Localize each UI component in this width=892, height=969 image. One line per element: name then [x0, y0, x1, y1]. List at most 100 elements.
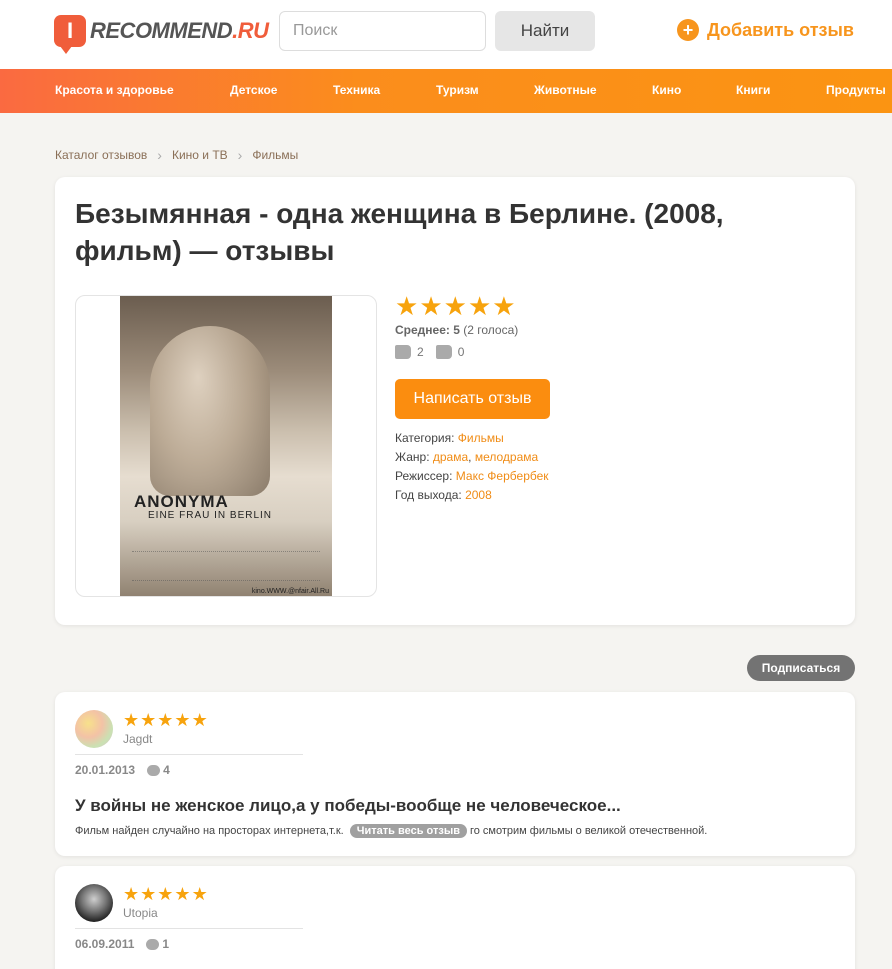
- review-stars: ★ ★ ★ ★ ★: [123, 885, 209, 903]
- prop-genre: Жанр: драма, мелодрама: [395, 448, 549, 467]
- search-button[interactable]: Найти: [495, 11, 595, 51]
- chevron-right-icon: ›: [237, 147, 243, 163]
- prop-director: Режиссер: Макс Фербербек: [395, 467, 549, 486]
- comment-count[interactable]: 4: [163, 763, 170, 777]
- vote-line: 2 0: [395, 345, 518, 359]
- review-meta: 20.01.2013 4: [75, 763, 170, 777]
- read-more-button[interactable]: Читать весь отзыв: [349, 824, 467, 838]
- star-icon: ★: [395, 291, 419, 321]
- review-divider: [75, 754, 303, 755]
- star-icon: ★: [419, 291, 443, 321]
- star-icon: ★: [157, 884, 174, 904]
- star-icon: ★: [467, 291, 492, 321]
- nav-item-tech[interactable]: Техника: [333, 83, 380, 97]
- category-nav: Красота и здоровье Детское Техника Туриз…: [0, 69, 892, 113]
- genre-link-melodrama[interactable]: мелодрама: [475, 450, 538, 464]
- star-icon: ★: [174, 710, 191, 730]
- year-link[interactable]: 2008: [465, 488, 492, 502]
- write-review-button[interactable]: Написать отзыв: [395, 379, 550, 419]
- product-properties: Категория: Фильмы Жанр: драма, мелодрама…: [395, 429, 549, 505]
- review-excerpt-end: го смотрим фильмы о великой отечественно…: [469, 825, 708, 837]
- prop-genre-label: Жанр:: [395, 450, 430, 464]
- chevron-right-icon: ›: [157, 147, 162, 163]
- thumbs-down-icon[interactable]: [435, 345, 452, 359]
- review-date[interactable]: 20.01.2013: [75, 763, 135, 777]
- director-link[interactable]: Макс Фербербек: [456, 469, 549, 483]
- poster-subtitle: EINE FRAU IN BERLIN: [148, 510, 273, 521]
- nav-item-beauty[interactable]: Красота и здоровье: [55, 83, 174, 97]
- nav-item-animals[interactable]: Животные: [534, 83, 597, 97]
- review-divider: [75, 928, 303, 929]
- poster-title: ANONYMA: [134, 492, 229, 511]
- site-logo[interactable]: I RECOMMEND.RU: [54, 14, 269, 54]
- star-icon: ★: [191, 710, 208, 730]
- dislikes-count: 0: [457, 345, 465, 359]
- genre-separator: ,: [468, 450, 472, 464]
- page-title: Безымянная - одна женщина в Берлине. (20…: [75, 198, 724, 266]
- search-input[interactable]: [279, 11, 486, 51]
- plus-circle-icon: +: [677, 19, 699, 41]
- star-icon: ★: [157, 710, 174, 730]
- review-username[interactable]: Jagdt: [123, 732, 152, 746]
- average-rating: Среднее: 5 (2 голоса): [395, 323, 518, 337]
- avatar[interactable]: [75, 884, 113, 922]
- site-header: I RECOMMEND.RU Найти + Добавить отзыв: [0, 0, 892, 69]
- add-review-label: Добавить отзыв: [707, 19, 854, 40]
- prop-year-label: Год выхода:: [395, 488, 462, 502]
- star-icon: ★: [140, 884, 157, 904]
- prop-year: Год выхода: 2008: [395, 486, 549, 505]
- logo-badge: I: [54, 15, 86, 54]
- star-icon: ★: [123, 884, 140, 904]
- review-title[interactable]: У войны не женское лицо,а у победы-вообщ…: [75, 796, 621, 816]
- votes-count: (2 голоса): [463, 323, 519, 337]
- poster-figure: [150, 326, 270, 496]
- movie-poster: ANONYMA EINE FRAU IN BERLIN kino.WWW.@nf…: [120, 296, 332, 596]
- add-review-link[interactable]: + Добавить отзыв: [677, 19, 854, 41]
- star-icon: ★: [492, 291, 516, 321]
- prop-category: Категория: Фильмы: [395, 429, 549, 448]
- review-excerpt: Фильм найден случайно на просторах интер…: [75, 824, 707, 838]
- star-icon: ★: [140, 710, 157, 730]
- review-card: ★ ★ ★ ★ ★ Jagdt 20.01.2013 4 У войны не …: [55, 692, 855, 856]
- poster-frame[interactable]: ANONYMA EINE FRAU IN BERLIN kino.WWW.@nf…: [75, 295, 377, 597]
- star-icon: ★: [123, 710, 140, 730]
- review-username[interactable]: Utopia: [123, 906, 158, 920]
- breadcrumb-catalog[interactable]: Каталог отзывов: [55, 148, 147, 162]
- nav-item-tourism[interactable]: Туризм: [436, 83, 479, 97]
- nav-item-kids[interactable]: Детское: [230, 83, 277, 97]
- prop-category-link[interactable]: Фильмы: [458, 431, 504, 445]
- review-stars: ★ ★ ★ ★ ★: [123, 711, 209, 729]
- comment-icon: [146, 938, 160, 950]
- star-icon: ★: [443, 291, 467, 321]
- prop-director-label: Режиссер:: [395, 469, 453, 483]
- review-meta: 06.09.2011 1: [75, 937, 169, 951]
- poster-url: kino.WWW.@nfair.All.Ru: [251, 588, 329, 595]
- review-date[interactable]: 06.09.2011: [75, 937, 134, 951]
- prop-category-label: Категория:: [395, 431, 455, 445]
- thumbs-up-icon[interactable]: [395, 345, 411, 359]
- nav-item-food[interactable]: Продукты: [826, 83, 886, 97]
- review-excerpt-start: Фильм найден случайно на просторах интер…: [75, 825, 344, 837]
- star-icon: ★: [191, 884, 208, 904]
- product-card: Безымянная - одна женщина в Берлине. (20…: [55, 177, 855, 625]
- average-label: Среднее: 5: [395, 323, 460, 337]
- star-icon: ★: [174, 884, 191, 904]
- review-card: ★ ★ ★ ★ ★ Utopia 06.09.2011 1: [55, 866, 855, 969]
- nav-item-cinema[interactable]: Кино: [652, 83, 681, 97]
- comment-count[interactable]: 1: [162, 937, 169, 951]
- logo-text-domain: .RU: [232, 18, 269, 43]
- likes-count: 2: [417, 345, 424, 359]
- subscribe-button[interactable]: Подписаться: [747, 655, 855, 681]
- breadcrumb-films[interactable]: Фильмы: [252, 148, 298, 162]
- logo-text-main: RECOMMEND: [90, 18, 233, 43]
- logo-text: RECOMMEND.RU: [90, 18, 269, 44]
- avatar[interactable]: [75, 710, 113, 748]
- rating-block: ★ ★ ★ ★ ★ Среднее: 5 (2 голоса) 2 0: [395, 293, 518, 359]
- breadcrumb-cinema-tv[interactable]: Кино и ТВ: [172, 148, 228, 162]
- rating-stars: ★ ★ ★ ★ ★: [395, 293, 518, 319]
- breadcrumb: Каталог отзывов › Кино и ТВ › Фильмы: [55, 147, 298, 163]
- genre-link-drama[interactable]: драма: [433, 450, 468, 464]
- comment-icon: [147, 764, 161, 776]
- poster-credits: [132, 551, 320, 581]
- nav-item-books[interactable]: Книги: [736, 83, 770, 97]
